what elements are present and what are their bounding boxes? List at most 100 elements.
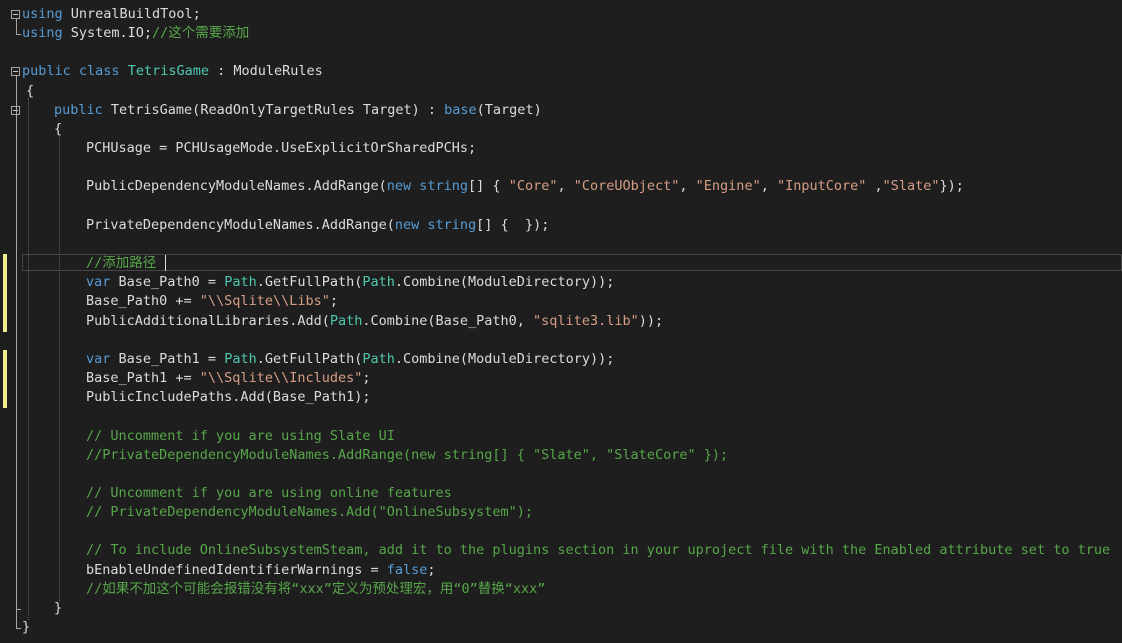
code-text: //如果不加这个可能会报错没有将“xxx”定义为预处理宏，用“0”替换“xxx” — [86, 580, 545, 599]
code-text: //PrivateDependencyModuleNames.AddRange(… — [86, 446, 728, 465]
code-token: Base_Path0 = — [110, 274, 225, 291]
code-line[interactable]: // To include OnlineSubsystemSteam, add … — [0, 541, 1122, 560]
code-text: // To include OnlineSubsystemSteam, add … — [86, 541, 1110, 560]
code-token: , — [760, 178, 777, 195]
code-token: public — [22, 63, 71, 80]
code-line[interactable]: Base_Path1 += "\\Sqlite\\Includes"; — [0, 369, 1122, 388]
code-line[interactable] — [0, 43, 1122, 62]
code-token: PCHUsage = PCHUsageMode.UseExplicitOrSha… — [86, 140, 477, 157]
code-token: ; — [427, 561, 436, 578]
code-line[interactable]: { — [0, 82, 1122, 101]
code-editor[interactable]: using UnrealBuildTool; using System.IO;//… — [0, 0, 1122, 643]
code-token: ; — [329, 293, 338, 310]
code-token: // Uncomment if you are using Slate UI — [86, 427, 395, 444]
code-line[interactable]: { — [0, 120, 1122, 139]
code-line[interactable] — [0, 407, 1122, 426]
code-token: , — [557, 178, 574, 195]
code-text: using UnrealBuildTool; — [22, 5, 201, 24]
code-token: { — [54, 120, 63, 137]
code-token: base — [444, 101, 477, 118]
code-token: new — [394, 216, 420, 233]
code-line[interactable]: Base_Path0 += "\\Sqlite\\Libs"; — [0, 292, 1122, 311]
code-line[interactable]: PublicAdditionalLibraries.Add(Path.Combi… — [0, 312, 1122, 331]
code-text: } — [22, 618, 30, 637]
code-line[interactable] — [0, 158, 1122, 177]
code-line[interactable]: PrivateDependencyModuleNames.AddRange(ne… — [0, 216, 1122, 235]
code-line[interactable]: PublicDependencyModuleNames.AddRange(new… — [0, 177, 1122, 196]
code-line[interactable]: //添加路径 — [0, 254, 1122, 273]
code-token: [] { }); — [476, 216, 550, 233]
code-token: : ModuleRules — [208, 63, 323, 80]
code-text: PrivateDependencyModuleNames.AddRange(ne… — [86, 216, 549, 235]
code-token: new — [386, 178, 412, 195]
code-token: Path — [329, 312, 363, 329]
code-token: } — [54, 599, 63, 616]
code-text: // PrivateDependencyModuleNames.Add("Onl… — [86, 503, 533, 522]
code-line[interactable]: //PrivateDependencyModuleNames.AddRange(… — [0, 446, 1122, 465]
code-token: //这个需要添加 — [152, 25, 250, 42]
code-line[interactable]: PublicIncludePaths.Add(Base_Path1); — [0, 388, 1122, 407]
code-token: }); — [939, 178, 964, 195]
code-token: Path — [224, 350, 257, 367]
code-line[interactable]: using UnrealBuildTool; — [0, 5, 1122, 24]
code-line[interactable]: // PrivateDependencyModuleNames.Add("Onl… — [0, 503, 1122, 522]
code-token: using — [22, 25, 63, 42]
code-line[interactable] — [0, 465, 1122, 484]
code-text: Base_Path0 += "\\Sqlite\\Libs"; — [86, 292, 338, 311]
code-token: (Target) — [476, 101, 542, 118]
code-text: //添加路径 — [86, 254, 156, 273]
code-text: } — [54, 599, 62, 618]
code-line[interactable]: //如果不加这个可能会报错没有将“xxx”定义为预处理宏，用“0”替换“xxx” — [0, 580, 1122, 599]
code-line[interactable]: PCHUsage = PCHUsageMode.UseExplicitOrSha… — [0, 139, 1122, 158]
code-text: PublicDependencyModuleNames.AddRange(new… — [86, 177, 964, 196]
code-token: } — [22, 619, 31, 636]
code-token: , — [679, 178, 696, 195]
code-token: Path — [224, 274, 257, 291]
code-line[interactable] — [0, 235, 1122, 254]
code-text: PublicIncludePaths.Add(Base_Path1); — [86, 388, 370, 407]
code-line[interactable]: } — [0, 618, 1122, 637]
code-token: //如果不加这个可能会报错没有将“xxx”定义为预处理宏，用“0”替换“xxx” — [86, 580, 546, 597]
code-text: public TetrisGame(ReadOnlyTargetRules Ta… — [54, 101, 542, 120]
code-token: bEnableUndefinedIdentifierWarnings = — [86, 561, 387, 578]
code-line[interactable]: public TetrisGame(ReadOnlyTargetRules Ta… — [0, 101, 1122, 120]
code-token: public — [54, 101, 103, 118]
code-token: "\\Sqlite\\Libs" — [199, 293, 330, 310]
code-token: .GetFullPath( — [256, 274, 363, 291]
code-line[interactable] — [0, 331, 1122, 350]
code-line[interactable]: var Base_Path1 = Path.GetFullPath(Path.C… — [0, 350, 1122, 369]
code-line[interactable]: public class TetrisGame : ModuleRules — [0, 62, 1122, 81]
code-token: Base_Path0 += — [86, 293, 200, 310]
code-token: Base_Path1 = — [110, 350, 225, 367]
code-text: { — [54, 120, 62, 139]
code-text: var Base_Path1 = Path.GetFullPath(Path.C… — [86, 350, 614, 369]
code-line[interactable]: // Uncomment if you are using Slate UI — [0, 427, 1122, 446]
code-line[interactable]: using System.IO;//这个需要添加 — [0, 24, 1122, 43]
code-token: // To include OnlineSubsystemSteam, add … — [86, 542, 1111, 559]
code-token: var — [86, 274, 111, 291]
text-caret — [165, 255, 166, 271]
code-token: , — [866, 178, 883, 195]
code-token: string — [427, 216, 477, 233]
code-token: .Combine(ModuleDirectory)); — [394, 350, 615, 367]
code-text: bEnableUndefinedIdentifierWarnings = fal… — [86, 561, 436, 580]
code-line[interactable]: // Uncomment if you are using online fea… — [0, 484, 1122, 503]
code-line[interactable] — [0, 522, 1122, 541]
code-token: "\\Sqlite\\Includes" — [199, 370, 363, 387]
code-token: UnrealBuildTool; — [62, 6, 201, 22]
code-token: TetrisGame — [127, 63, 209, 80]
code-line[interactable] — [0, 197, 1122, 216]
code-text: using System.IO;//这个需要添加 — [22, 24, 249, 43]
code-token: using — [22, 6, 63, 22]
code-token: PrivateDependencyModuleNames.AddRange( — [86, 216, 395, 233]
code-line[interactable]: } — [0, 599, 1122, 618]
code-token: Path — [362, 350, 395, 367]
code-token: //添加路径 — [86, 255, 157, 272]
code-line[interactable]: bEnableUndefinedIdentifierWarnings = fal… — [0, 561, 1122, 580]
code-token: //PrivateDependencyModuleNames.AddRange(… — [86, 446, 729, 463]
code-line[interactable]: var Base_Path0 = Path.GetFullPath(Path.C… — [0, 273, 1122, 292]
code-token: "sqlite3.lib" — [533, 312, 639, 329]
code-token: PublicIncludePaths.Add(Base_Path1); — [86, 389, 371, 406]
code-text: var Base_Path0 = Path.GetFullPath(Path.C… — [86, 273, 614, 292]
code-token: // PrivateDependencyModuleNames.Add("Onl… — [86, 504, 534, 521]
